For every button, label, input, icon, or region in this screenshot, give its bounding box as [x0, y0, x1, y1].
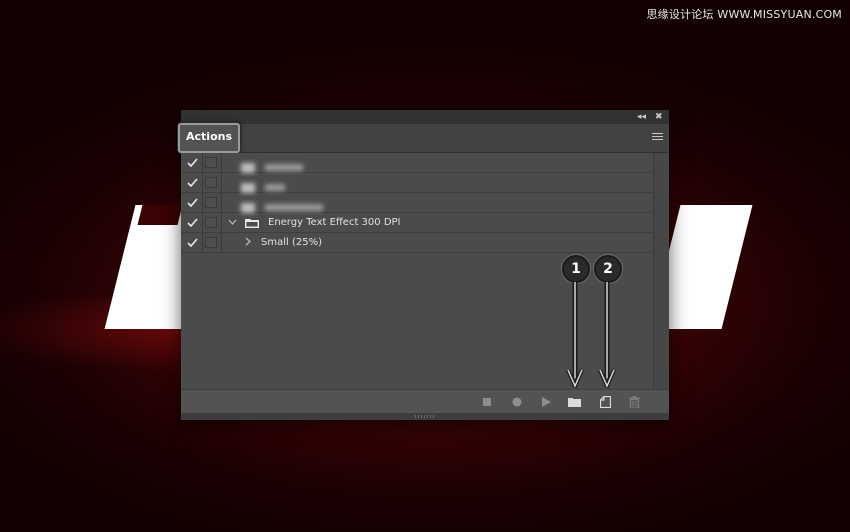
dialog-toggle-box[interactable] — [205, 157, 217, 168]
checkmark-icon[interactable] — [181, 173, 203, 192]
background-letter-left-notch — [137, 205, 183, 225]
checkmark-icon[interactable] — [181, 193, 203, 212]
annotation-badge-1: 1 — [562, 255, 590, 283]
folder-icon — [245, 219, 259, 228]
checkmark-icon[interactable] — [181, 213, 203, 232]
panel-tab-bar: Actions — [178, 123, 669, 153]
annotation-arrow-1 — [566, 282, 584, 388]
new-set-folder-icon[interactable] — [568, 397, 581, 407]
close-icon[interactable]: ✖ — [655, 110, 663, 124]
play-icon[interactable] — [542, 397, 551, 407]
action-set-label: Energy Text Effect 300 DPI — [268, 217, 401, 228]
list-item[interactable] — [181, 153, 653, 173]
chevron-down-icon[interactable] — [228, 213, 237, 232]
annotation-arrow-2 — [598, 282, 616, 388]
resize-grip[interactable] — [181, 413, 669, 420]
list-item[interactable] — [181, 173, 653, 193]
record-icon[interactable] — [512, 397, 522, 407]
list-item[interactable] — [181, 193, 653, 213]
action-label: Small (25%) — [261, 237, 322, 248]
tab-actions[interactable]: Actions — [178, 123, 240, 153]
collapse-icon[interactable]: ◂◂ — [637, 110, 646, 124]
panel-bottom-toolbar — [181, 389, 669, 414]
chevron-right-icon[interactable] — [245, 233, 251, 252]
stop-icon[interactable] — [483, 398, 491, 406]
scrollbar[interactable] — [653, 153, 669, 389]
trash-icon[interactable] — [629, 396, 640, 408]
panel-title-bar[interactable]: ◂◂ ✖ — [181, 110, 669, 124]
checkmark-icon[interactable] — [181, 233, 203, 252]
dialog-toggle-box[interactable] — [205, 237, 217, 248]
dialog-toggle-box[interactable] — [205, 197, 217, 208]
list-item[interactable]: Energy Text Effect 300 DPI — [181, 213, 653, 233]
dialog-toggle-box[interactable] — [205, 177, 217, 188]
list-item[interactable]: Small (25%) — [181, 233, 653, 253]
watermark-text: 思缘设计论坛 WWW.MISSYUAN.COM — [646, 8, 842, 21]
checkmark-icon[interactable] — [181, 153, 203, 172]
panel-menu-icon[interactable] — [652, 133, 663, 142]
dialog-toggle-box[interactable] — [205, 217, 217, 228]
new-action-icon[interactable] — [600, 396, 611, 408]
annotation-badge-2: 2 — [594, 255, 622, 283]
